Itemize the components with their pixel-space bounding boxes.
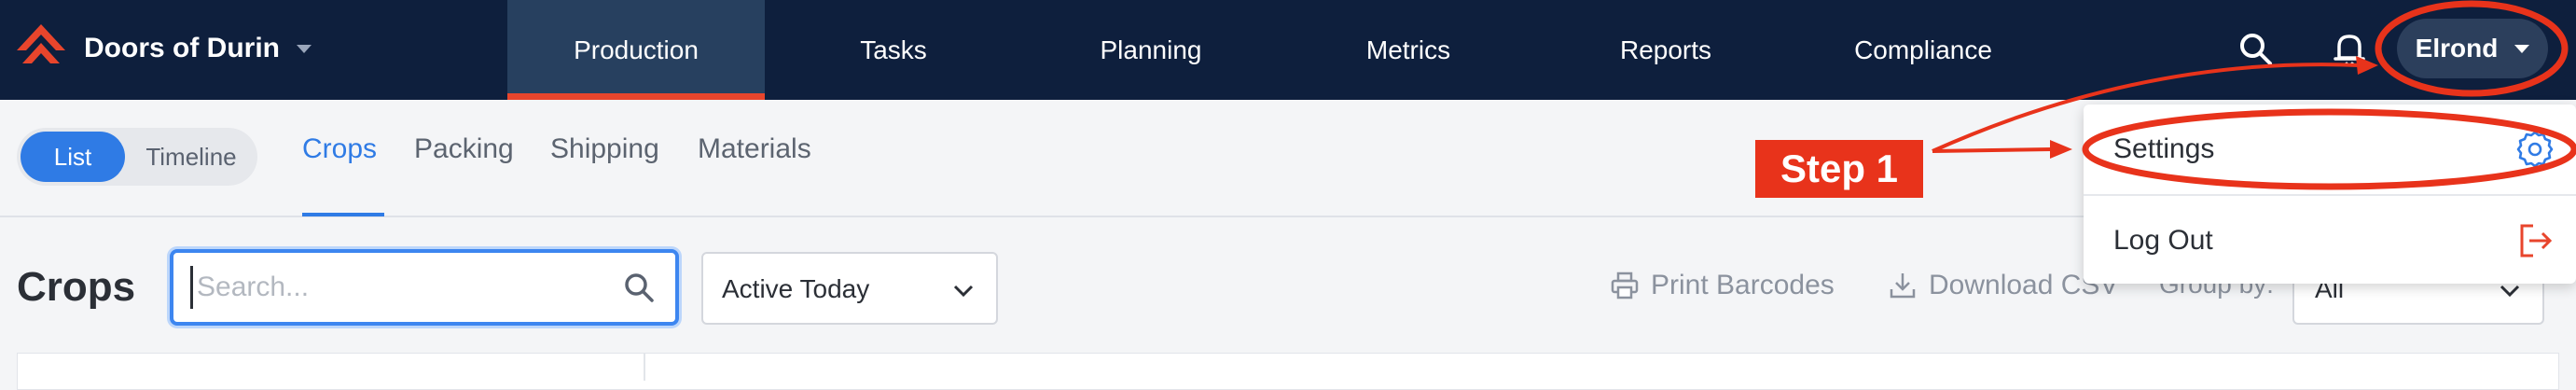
chevron-down-icon [2514, 44, 2530, 53]
menu-item-settings[interactable]: Settings [2084, 104, 2576, 194]
search-input[interactable] [190, 266, 601, 309]
search-icon[interactable] [2233, 26, 2279, 73]
date-filter-value: Active Today [722, 274, 870, 303]
top-navigation-bar: Doors of Durin Production Tasks Planning… [0, 0, 2576, 100]
nav-tab-tasks[interactable]: Tasks [765, 0, 1022, 100]
chevron-down-icon [297, 44, 312, 53]
nav-tab-label: Metrics [1365, 35, 1451, 64]
bell-icon[interactable] [2326, 26, 2373, 73]
page-title: Crops [17, 264, 136, 310]
logout-icon [2520, 224, 2553, 258]
nav-tab-metrics[interactable]: Metrics [1280, 0, 1537, 100]
nav-tab-label: Production [574, 35, 699, 64]
subtab-shipping[interactable]: Shipping [550, 133, 659, 165]
view-toggle: List Timeline [17, 128, 257, 186]
print-barcodes-label: Print Barcodes [1651, 270, 1835, 300]
view-toggle-timeline[interactable]: Timeline [131, 128, 252, 186]
brand-switcher[interactable]: Doors of Durin [13, 21, 312, 77]
user-menu-button[interactable]: Elrond [2397, 19, 2548, 78]
nav-tab-production[interactable]: Production [507, 0, 765, 100]
nav-tab-label: Tasks [860, 35, 927, 64]
view-toggle-label: List [53, 142, 92, 171]
user-dropdown-menu: Settings Log Out [2084, 104, 2576, 284]
user-name: Elrond [2415, 34, 2499, 63]
nav-tab-label: Planning [1100, 35, 1202, 64]
nav-tab-reports[interactable]: Reports [1537, 0, 1794, 100]
nav-tab-planning[interactable]: Planning [1022, 0, 1280, 100]
view-toggle-label: Timeline [145, 142, 237, 171]
active-tab-indicator [302, 213, 384, 216]
date-filter-select[interactable]: Active Today [701, 252, 998, 325]
subtab-crops[interactable]: Crops [302, 133, 377, 165]
content-panel [17, 353, 2559, 390]
brand-name: Doors of Durin [84, 33, 280, 63]
nav-tab-label: Compliance [1854, 35, 1992, 64]
step-annotation-label: Step 1 [1755, 140, 1923, 198]
menu-item-label: Settings [2113, 133, 2215, 164]
subtab-packing[interactable]: Packing [414, 133, 514, 165]
search-icon[interactable] [621, 270, 657, 305]
chevron-down-icon [953, 285, 974, 298]
print-barcodes-button[interactable]: Print Barcodes [1610, 270, 1835, 301]
gear-icon [2516, 131, 2554, 168]
menu-item-log-out[interactable]: Log Out [2084, 196, 2576, 286]
menu-item-label: Log Out [2113, 225, 2213, 256]
nav-tab-label: Reports [1619, 35, 1712, 64]
printer-icon [1611, 272, 1639, 299]
panel-divider [644, 353, 645, 381]
download-icon [1890, 273, 1916, 299]
nav-tab-compliance[interactable]: Compliance [1794, 0, 2052, 100]
subtab-materials[interactable]: Materials [698, 133, 811, 165]
brand-logo-icon [17, 24, 65, 63]
view-toggle-list[interactable]: List [21, 132, 125, 182]
search-box [170, 249, 679, 326]
